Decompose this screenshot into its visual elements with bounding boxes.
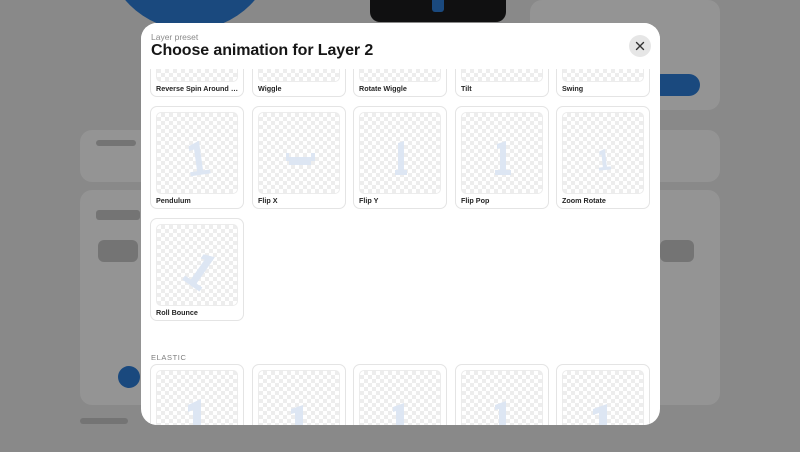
dialog-eyebrow: Layer preset [151, 32, 199, 42]
preset-thumbnail [562, 112, 644, 194]
preset-card-roll-bounce[interactable]: Roll Bounce [150, 218, 244, 321]
preset-card-pendulum[interactable]: Pendulum [150, 106, 244, 209]
layer-glyph-icon [395, 141, 407, 175]
layer-glyph-icon [188, 140, 211, 177]
preset-thumbnail [258, 69, 340, 82]
preset-card-flip-x[interactable]: Flip X [252, 106, 346, 209]
preset-label: Reverse Spin Around C... [156, 84, 240, 93]
preset-label: Flip Y [359, 196, 379, 205]
preset-thumbnail [156, 224, 238, 306]
layer-glyph-icon [182, 254, 215, 292]
preset-card-tilt[interactable]: Tilt [455, 69, 549, 97]
close-icon [635, 41, 645, 51]
preset-thumbnail [359, 370, 441, 425]
preset-card[interactable] [455, 364, 549, 425]
animation-preset-dialog: Layer preset Choose animation for Layer … [141, 23, 660, 425]
preset-label: Flip Pop [461, 196, 490, 205]
preset-card-rotate-wiggle[interactable]: Rotate Wiggle [353, 69, 447, 97]
preset-thumbnail [562, 69, 644, 82]
preset-thumbnail [359, 112, 441, 194]
layer-glyph-icon [393, 403, 404, 425]
preset-card-reverse-spin[interactable]: Reverse Spin Around C... [150, 69, 244, 97]
preset-label: Flip X [258, 196, 278, 205]
preset-card[interactable] [556, 364, 650, 425]
layer-glyph-icon [593, 404, 607, 425]
layer-glyph-icon [188, 399, 201, 425]
preset-label: Rotate Wiggle [359, 84, 407, 93]
preset-thumbnail [461, 112, 543, 194]
preset-card-zoom-rotate[interactable]: Zoom Rotate [556, 106, 650, 209]
preset-label: Zoom Rotate [562, 196, 606, 205]
preset-card-flip-pop[interactable]: Flip Pop [455, 106, 549, 209]
preset-thumbnail [156, 69, 238, 82]
preset-card[interactable] [252, 364, 346, 425]
preset-thumbnail [258, 112, 340, 194]
preset-thumbnail [461, 370, 543, 425]
close-button[interactable] [629, 35, 651, 57]
preset-label: Swing [562, 84, 584, 93]
preset-scroll-area[interactable]: Reverse Spin Around C... Wiggle Rotate W… [141, 69, 660, 425]
preset-card[interactable] [150, 364, 244, 425]
dialog-title: Choose animation for Layer 2 [151, 42, 374, 59]
dialog-header: Layer preset Choose animation for Layer … [141, 23, 660, 69]
preset-thumbnail [562, 370, 644, 425]
preset-thumbnail [359, 69, 441, 82]
preset-label: Roll Bounce [156, 308, 198, 317]
preset-thumbnail [461, 69, 543, 82]
preset-card-flip-y[interactable]: Flip Y [353, 106, 447, 209]
preset-card-swing[interactable]: Swing [556, 69, 650, 97]
preset-thumbnail [258, 370, 340, 425]
layer-glyph-icon [495, 141, 511, 175]
layer-glyph-icon [286, 153, 315, 165]
preset-label: Pendulum [156, 196, 191, 205]
preset-card[interactable] [353, 364, 447, 425]
layer-glyph-icon [291, 405, 303, 425]
layer-glyph-icon [495, 401, 506, 425]
preset-label: Wiggle [258, 84, 282, 93]
layer-glyph-icon [598, 148, 612, 171]
preset-thumbnail [156, 370, 238, 425]
preset-card-wiggle[interactable]: Wiggle [252, 69, 346, 97]
preset-label: Tilt [461, 84, 472, 93]
preset-thumbnail [156, 112, 238, 194]
section-heading-elastic: ELASTIC [151, 353, 187, 362]
